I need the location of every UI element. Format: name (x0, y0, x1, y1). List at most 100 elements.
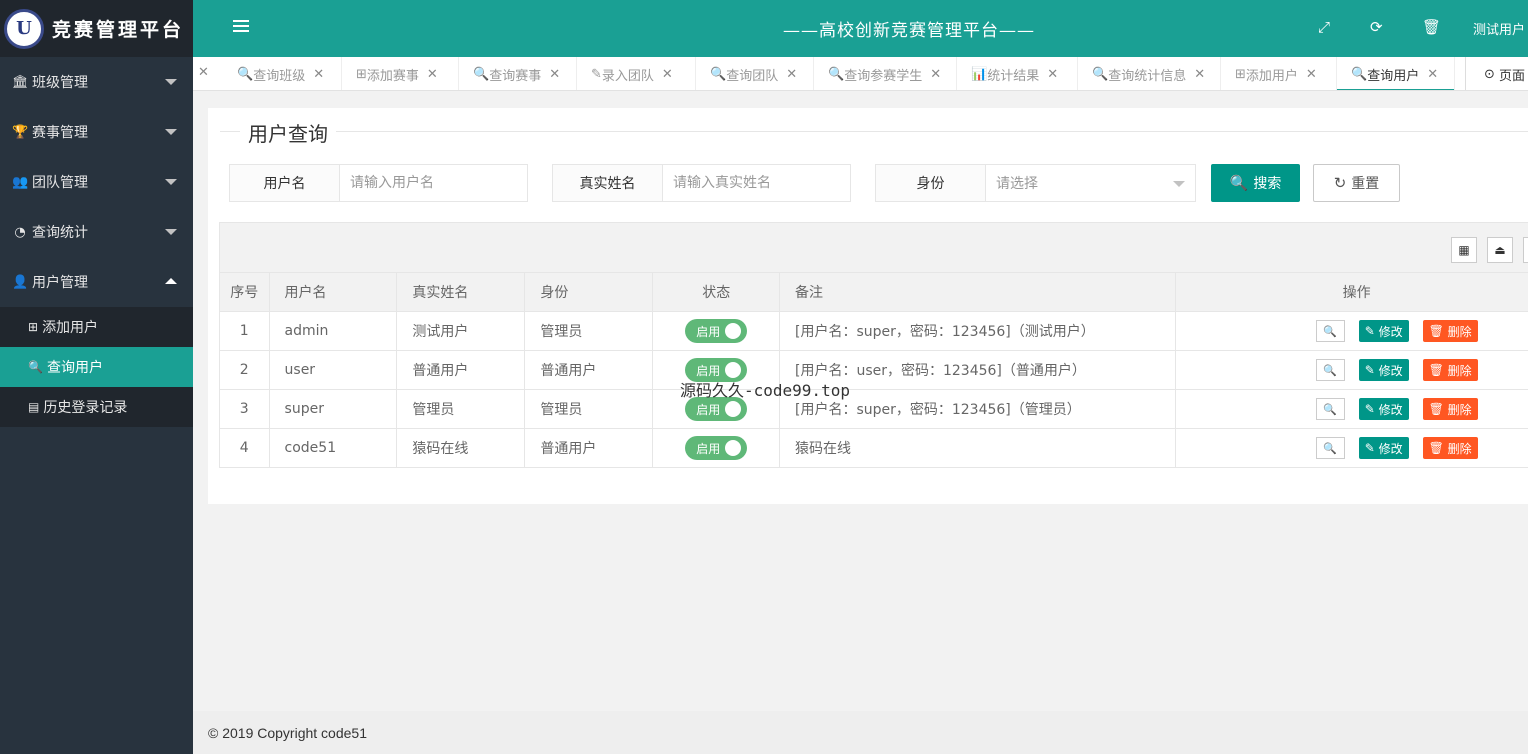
column-header[interactable]: 状态 (652, 272, 780, 312)
close-icon[interactable]: ✕ (1194, 67, 1205, 82)
tab-bar: ✕ 🔍 查询班级 ✕ ⊞ 添加赛事 ✕ 🔍 查询赛事 ✕ ✎ 录入团队 ✕ 🔍 查询团队 ✕ 🔍 查询… (193, 57, 1528, 91)
sidebar-item-class-management[interactable]: 🏛 班级管理 (0, 57, 193, 107)
refresh-icon: ↻ (1333, 174, 1347, 192)
cell-username: super (268, 389, 398, 429)
tab-add-contest[interactable]: ⊞ 添加赛事 ✕ (342, 57, 459, 90)
close-icon[interactable]: ✕ (1047, 67, 1058, 82)
close-icon[interactable]: ✕ (313, 67, 324, 82)
delete-button[interactable]: 🗑 删除 (1422, 398, 1478, 420)
print-icon[interactable]: ⎙ (1523, 237, 1528, 263)
export-icon[interactable]: ⏏ (1487, 237, 1513, 263)
search-icon: 🔍 (1323, 402, 1338, 416)
trash-icon: 🗑 (1428, 441, 1448, 455)
chevron-down-icon (165, 179, 177, 185)
sidebar-item-label: 用户管理 (32, 275, 88, 291)
edit-button[interactable]: ✎ 修改 (1358, 320, 1409, 342)
sidebar-item-user-management[interactable]: 👤 用户管理 (0, 257, 193, 307)
logo: U 竞赛管理平台 (0, 0, 193, 57)
tab-statistics-result[interactable]: 📊 统计结果 ✕ (957, 57, 1078, 90)
column-header[interactable]: 身份 (524, 272, 654, 312)
reset-button[interactable]: ↻ 重置 (1313, 164, 1400, 202)
column-header[interactable]: 真实姓名 (396, 272, 526, 312)
search-icon: 🔍 (1323, 324, 1338, 338)
tab-query-contest[interactable]: 🔍 查询赛事 ✕ (459, 57, 577, 90)
tab-query-user[interactable]: 🔍 查询用户 ✕ (1337, 57, 1455, 90)
column-header[interactable]: 用户名 (268, 272, 398, 312)
status-toggle[interactable]: 启用 (685, 436, 748, 460)
close-icon[interactable]: ✕ (662, 67, 673, 82)
toggle-knob (725, 401, 742, 417)
users-icon: 👥 (12, 174, 29, 190)
tab-query-statistics[interactable]: 🔍 查询统计信息 ✕ (1078, 57, 1221, 90)
close-icon[interactable]: ✕ (786, 67, 797, 82)
close-icon[interactable]: ✕ (1427, 67, 1438, 82)
tab-label: 查询赛事 (489, 68, 542, 84)
plus-square-icon: ⊞ (356, 66, 367, 82)
page-operations-dropdown[interactable]: ⊙ 页面 (1465, 57, 1525, 90)
column-header[interactable]: 操作 (1175, 272, 1528, 312)
cell-realname: 普通用户 (396, 350, 526, 390)
edit-button[interactable]: ✎ 修改 (1358, 359, 1409, 381)
role-select-value: 请选择 (996, 176, 1038, 192)
status-label: 启用 (696, 324, 721, 339)
view-button[interactable]: 🔍 (1315, 359, 1345, 381)
refresh-icon[interactable]: ⟳ (1370, 18, 1383, 36)
tab-label: 录入团队 (601, 68, 654, 84)
menu-toggle-icon[interactable] (233, 20, 249, 34)
view-button[interactable]: 🔍 (1315, 398, 1345, 420)
edit-label: 修改 (1378, 402, 1403, 417)
sidebar-item-add-user[interactable]: ⊞ 添加用户 (0, 307, 193, 347)
cell-no: 1 (219, 311, 270, 351)
cell-remark: 猿码在线 (778, 428, 1177, 468)
tab-query-students[interactable]: 🔍 查询参赛学生 ✕ (814, 57, 957, 90)
close-icon[interactable]: ✕ (1306, 67, 1317, 82)
columns-filter-icon[interactable]: ▦ (1451, 237, 1477, 263)
view-button[interactable]: 🔍 (1315, 437, 1345, 459)
tab-label: 查询参赛学生 (844, 68, 923, 84)
cell-realname: 猿码在线 (396, 428, 526, 468)
sidebar-item-login-history[interactable]: ▤ 历史登录记录 (0, 387, 193, 427)
trash-icon: 🗑 (1428, 324, 1448, 338)
tab-label: 统计结果 (987, 68, 1040, 84)
current-user[interactable]: 测试用户 (1473, 19, 1525, 38)
sidebar-item-label: 班级管理 (32, 75, 88, 91)
sidebar-item-team-management[interactable]: 👥 团队管理 (0, 157, 193, 207)
cell-status: 启用 (652, 428, 780, 468)
tab-add-user[interactable]: ⊞ 添加用户 ✕ (1221, 57, 1337, 90)
trash-icon: 🗑 (1428, 402, 1448, 416)
tab-query-team[interactable]: 🔍 查询团队 ✕ (696, 57, 814, 90)
status-toggle[interactable]: 启用 (685, 319, 748, 343)
trash-icon[interactable]: 🗑 (1422, 18, 1441, 36)
status-label: 启用 (696, 441, 721, 456)
tab-label: 查询团队 (726, 68, 779, 84)
tab-query-class[interactable]: 🔍 查询班级 ✕ (223, 57, 342, 90)
delete-label: 删除 (1447, 324, 1472, 339)
delete-button[interactable]: 🗑 删除 (1422, 437, 1478, 459)
role-select[interactable]: 请选择 (986, 165, 1195, 201)
close-icon[interactable]: ✕ (549, 67, 560, 82)
close-icon[interactable]: ✕ (198, 65, 209, 80)
sidebar-item-contest-management[interactable]: 🏆 赛事管理 (0, 107, 193, 157)
edit-button[interactable]: ✎ 修改 (1358, 398, 1409, 420)
close-icon[interactable]: ✕ (427, 67, 438, 82)
cell-remark: [用户名：super，密码：123456]（测试用户） (778, 311, 1177, 351)
search-button[interactable]: 🔍 搜索 (1211, 164, 1300, 202)
status-label: 启用 (696, 402, 721, 417)
close-icon[interactable]: ✕ (930, 67, 941, 82)
edit-button[interactable]: ✎ 修改 (1358, 437, 1409, 459)
column-header[interactable]: 序号 (219, 272, 270, 312)
list-icon: ▤ (28, 400, 40, 414)
delete-button[interactable]: 🗑 删除 (1422, 359, 1478, 381)
view-button[interactable]: 🔍 (1315, 320, 1345, 342)
sidebar-item-query-user[interactable]: 🔍 查询用户 (0, 347, 193, 387)
realname-input[interactable] (663, 165, 850, 201)
table-row: 2 user 普通用户 普通用户 启用 [用户名：user，密码：123456]… (219, 350, 1528, 390)
column-header[interactable]: 备注 (778, 272, 1177, 312)
username-input[interactable] (340, 165, 527, 201)
sidebar-item-query-statistics[interactable]: ◔ 查询统计 (0, 207, 193, 257)
delete-button[interactable]: 🗑 删除 (1422, 320, 1478, 342)
sidebar-item-label: 查询用户 (46, 360, 103, 376)
fullscreen-icon[interactable]: ⤢ (1318, 18, 1330, 36)
cell-role: 管理员 (524, 311, 654, 351)
tab-enter-team[interactable]: ✎ 录入团队 ✕ (577, 57, 696, 90)
